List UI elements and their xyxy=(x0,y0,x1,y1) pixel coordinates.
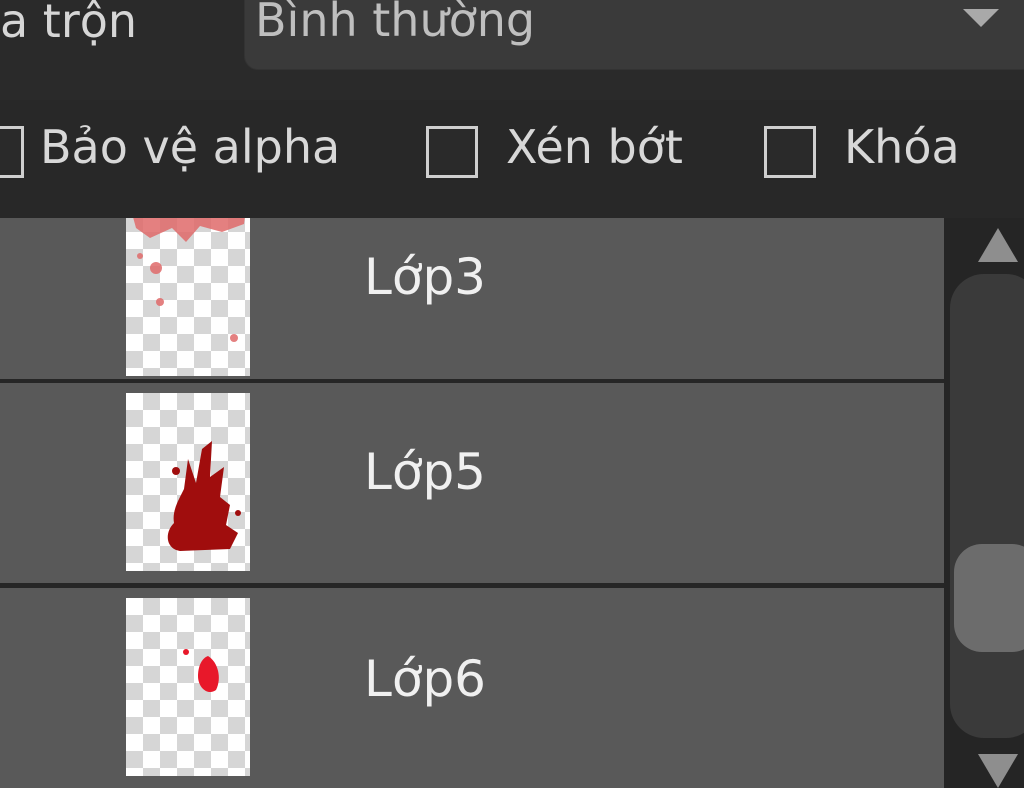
blend-mode-value: Bình thường xyxy=(255,0,536,47)
layer-row[interactable]: Lớp6 xyxy=(0,588,944,788)
layer-row[interactable]: Lớp5 xyxy=(0,383,944,583)
layer-row[interactable]: Lớp3 xyxy=(0,218,944,379)
layer-name: Lớp5 xyxy=(364,443,486,501)
blend-mode-label: a trộn xyxy=(0,0,138,48)
scroll-down-icon[interactable] xyxy=(978,754,1018,788)
layer-name: Lớp6 xyxy=(364,650,486,708)
checkbox-clip[interactable] xyxy=(426,126,478,178)
checkbox-lock[interactable] xyxy=(764,126,816,178)
layer-thumbnail xyxy=(126,598,250,776)
scroll-thumb[interactable] xyxy=(954,544,1024,652)
blend-mode-select[interactable]: Bình thường xyxy=(244,0,1024,70)
layer-name: Lớp3 xyxy=(364,248,486,306)
label-protect-alpha: Bảo vệ alpha xyxy=(40,120,341,174)
scroll-up-icon[interactable] xyxy=(978,228,1018,262)
checkbox-protect-alpha[interactable] xyxy=(0,126,24,178)
layer-thumbnail xyxy=(126,393,250,571)
layer-thumbnail xyxy=(126,218,250,376)
layer-list-scrollbar[interactable] xyxy=(944,218,1024,788)
layer-list: Lớp3 Lớp5 Lớp6 xyxy=(0,218,944,788)
blend-mode-bar: a trộn Bình thường xyxy=(0,0,1024,100)
scroll-track[interactable] xyxy=(950,274,1024,738)
layer-options-row: Bảo vệ alpha Xén bớt Khóa xyxy=(0,100,1024,218)
label-clip: Xén bớt xyxy=(506,120,683,174)
chevron-down-icon[interactable] xyxy=(963,9,999,27)
label-lock: Khóa xyxy=(844,120,960,174)
